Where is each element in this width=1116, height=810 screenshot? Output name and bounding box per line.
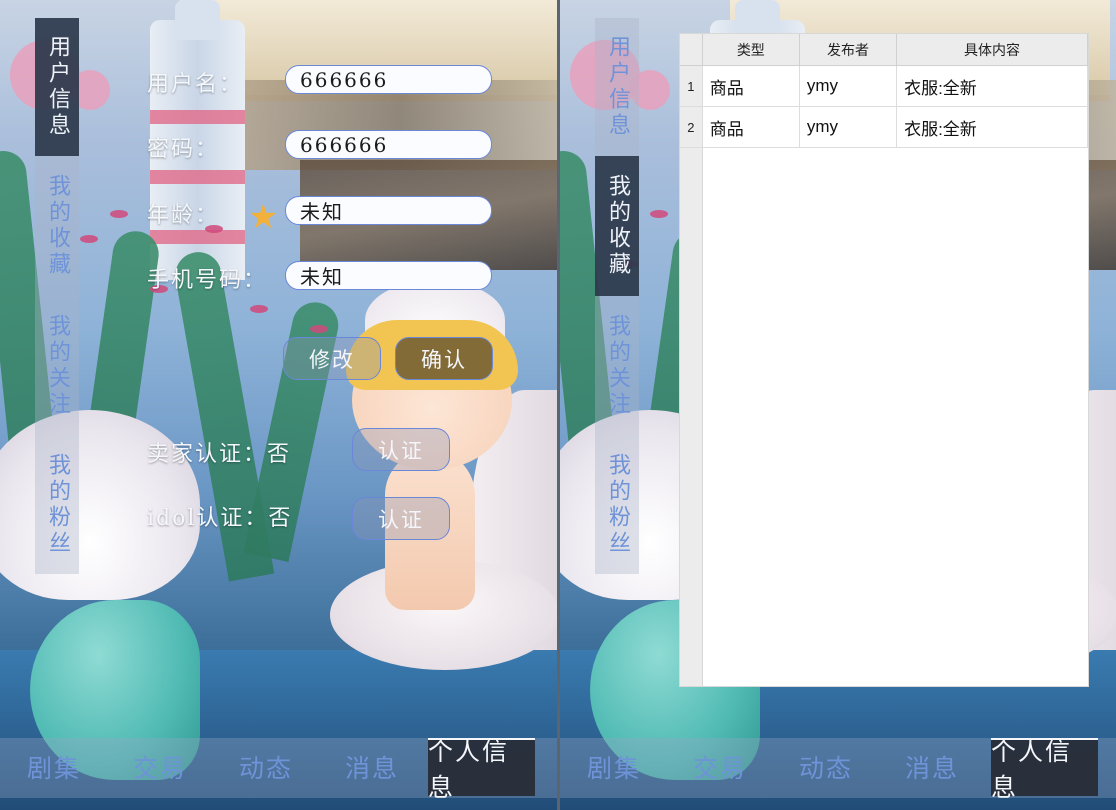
nav-item-feed[interactable]: 动态: [774, 738, 878, 796]
cell-publisher[interactable]: ymy: [799, 106, 898, 148]
cell-content[interactable]: 衣服:全新: [896, 65, 1088, 107]
nav-item-series[interactable]: 剧集: [2, 738, 106, 796]
nav-item-trade[interactable]: 交易: [108, 738, 212, 796]
confirm-button[interactable]: 确认: [395, 337, 493, 380]
side-tab-favorites[interactable]: 我的收藏: [35, 156, 79, 296]
column-header-content[interactable]: 具体内容: [896, 34, 1088, 66]
side-tab-favorites[interactable]: 我的收藏: [595, 156, 639, 296]
nav-item-profile[interactable]: 个人信息: [428, 737, 535, 802]
row-number: 2: [680, 106, 703, 148]
table-row[interactable]: 2 商品 ymy 衣服:全新: [680, 106, 1088, 148]
column-header-type[interactable]: 类型: [702, 34, 800, 66]
idol-cert-status: idol认证：否: [147, 506, 293, 531]
cell-type[interactable]: 商品: [702, 65, 800, 107]
seller-cert-status: 卖家认证：否: [147, 442, 292, 467]
password-label: 密码：: [147, 137, 220, 162]
side-tab-fans[interactable]: 我的粉丝: [35, 436, 79, 574]
side-tab-fans[interactable]: 我的粉丝: [595, 436, 639, 574]
username-label: 用户名：: [147, 72, 244, 97]
row-number: 1: [680, 65, 703, 107]
side-tab-following[interactable]: 我的关注: [35, 296, 79, 436]
idol-cert-button[interactable]: 认证: [352, 497, 450, 540]
cell-type[interactable]: 商品: [702, 106, 800, 148]
phone-field[interactable]: [285, 261, 492, 290]
favorites-pane: 用户信息 我的收藏 我的关注 我的粉丝 类型 发布者 具体内容 1 商品 ymy…: [560, 0, 1116, 810]
nav-item-feed[interactable]: 动态: [214, 738, 318, 796]
username-field[interactable]: [285, 65, 492, 94]
nav-item-profile[interactable]: 个人信息: [991, 737, 1098, 802]
nav-item-messages[interactable]: 消息: [880, 738, 984, 796]
age-field[interactable]: [285, 196, 492, 225]
column-header-publisher[interactable]: 发布者: [799, 34, 898, 66]
table-row[interactable]: 1 商品 ymy 衣服:全新: [680, 65, 1088, 107]
modify-button[interactable]: 修改: [283, 337, 381, 380]
side-tab-user-info[interactable]: 用户信息: [595, 18, 639, 156]
bottom-nav: 剧集 交易 动态 消息 个人信息: [560, 737, 1116, 802]
age-label: 年龄：: [147, 203, 220, 228]
cell-publisher[interactable]: ymy: [799, 65, 898, 107]
corner-header: [680, 34, 703, 66]
side-tab-user-info[interactable]: 用户信息: [35, 18, 79, 156]
cell-content[interactable]: 衣服:全新: [896, 106, 1088, 148]
nav-item-series[interactable]: 剧集: [562, 738, 666, 796]
side-tab-following[interactable]: 我的关注: [595, 296, 639, 436]
phone-label: 手机号码：: [147, 268, 268, 293]
favorites-table: 类型 发布者 具体内容 1 商品 ymy 衣服:全新 2 商品 ymy 衣服:全…: [679, 33, 1089, 687]
background-photo: ★: [0, 0, 557, 810]
seller-cert-button[interactable]: 认证: [352, 428, 450, 471]
nav-item-messages[interactable]: 消息: [320, 738, 424, 796]
password-field[interactable]: [285, 130, 492, 159]
profile-pane: ★ 用户信息 我的收藏 我的关注 我的粉丝 用户名： 密码： 年龄： 手机号码：…: [0, 0, 557, 810]
bottom-nav: 剧集 交易 动态 消息 个人信息: [0, 737, 557, 802]
nav-item-trade[interactable]: 交易: [668, 738, 772, 796]
